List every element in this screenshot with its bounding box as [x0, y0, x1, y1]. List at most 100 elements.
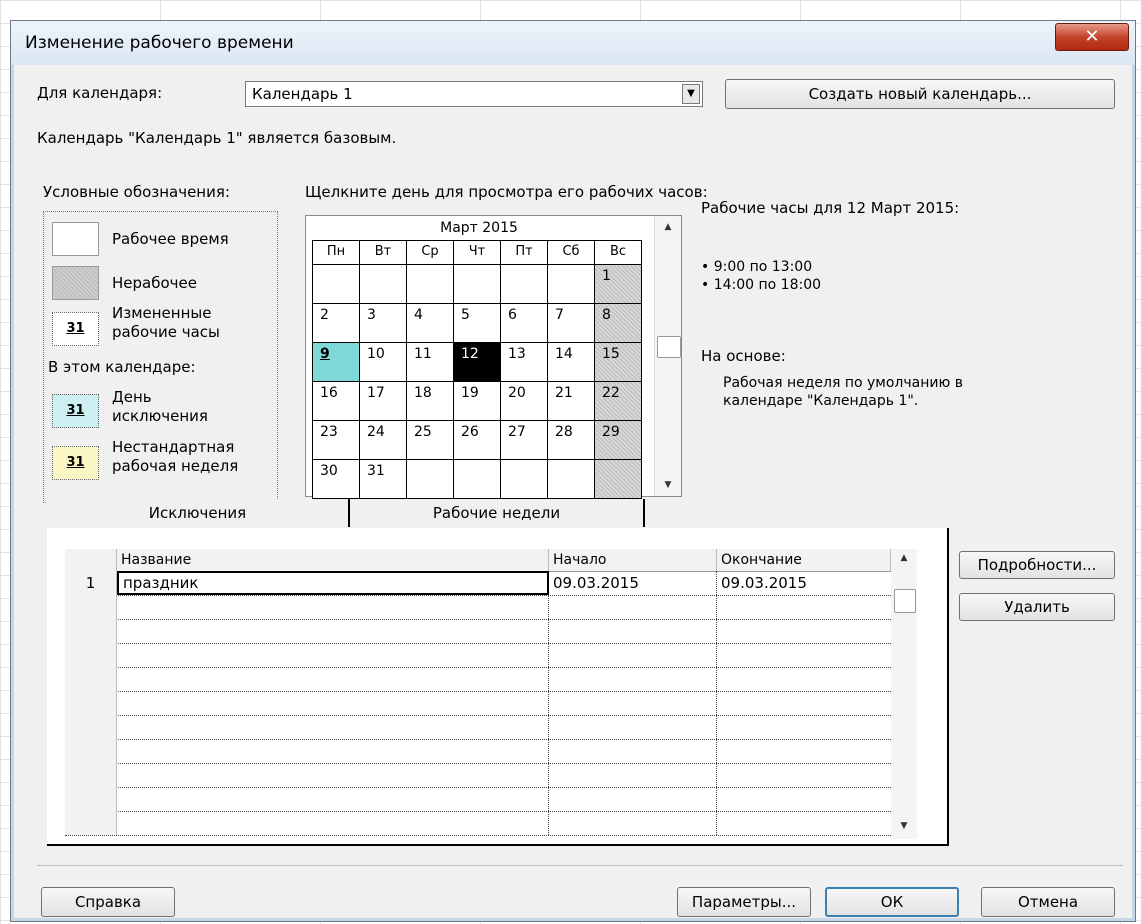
ok-button[interactable]: ОК [825, 887, 959, 917]
table-row[interactable]: 1 праздник 09.03.2015 09.03.2015 [65, 571, 891, 596]
calendar-day[interactable]: 2 [313, 304, 360, 343]
calendar-day[interactable]: 22 [595, 382, 642, 421]
calendar-day[interactable]: 29 [595, 421, 642, 460]
calendar-day[interactable]: 4 [407, 304, 454, 343]
table-cell-start[interactable] [549, 787, 717, 811]
table-cell-name[interactable] [117, 595, 549, 619]
table-row[interactable] [65, 787, 891, 812]
table-scroll-thumb[interactable] [894, 589, 916, 613]
table-scrollbar[interactable]: ▲ ▼ [891, 549, 917, 839]
calendar-day[interactable]: 3 [360, 304, 407, 343]
table-cell-name[interactable] [117, 787, 549, 811]
table-row[interactable] [65, 667, 891, 692]
table-cell-end[interactable]: 09.03.2015 [717, 571, 891, 595]
calendar-day[interactable]: 1 [595, 265, 642, 304]
table-row[interactable] [65, 643, 891, 668]
calendar-day[interactable]: 9 [313, 343, 360, 382]
table-cell-name[interactable] [117, 811, 549, 835]
table-cell-end[interactable] [717, 787, 891, 811]
table-cell-start[interactable]: 09.03.2015 [549, 571, 717, 595]
table-row[interactable] [65, 595, 891, 620]
calendar-day[interactable]: 25 [407, 421, 454, 460]
calendar-day[interactable]: 8 [595, 304, 642, 343]
table-cell-start[interactable] [549, 643, 717, 667]
options-button[interactable]: Параметры... [677, 887, 811, 917]
scroll-up-icon[interactable]: ▲ [655, 222, 681, 232]
table-cell-end[interactable] [717, 643, 891, 667]
calendar-day[interactable]: 20 [501, 382, 548, 421]
calendar-day[interactable]: 26 [454, 421, 501, 460]
table-cell-start[interactable] [549, 715, 717, 739]
table-cell-name[interactable]: праздник [117, 571, 549, 595]
calendar-combobox[interactable]: Календарь 1 ▼ [245, 81, 703, 107]
calendar-day[interactable]: 23 [313, 421, 360, 460]
calendar-scroll-thumb[interactable] [657, 336, 681, 358]
calendar-day[interactable]: 17 [360, 382, 407, 421]
table-cell-start[interactable] [549, 739, 717, 763]
table-cell-end[interactable] [717, 811, 891, 835]
calendar-day[interactable]: 7 [548, 304, 595, 343]
column-header-start[interactable]: Начало [549, 549, 717, 571]
calendar-day[interactable]: 28 [548, 421, 595, 460]
tab-work-weeks[interactable]: Рабочие недели [350, 499, 645, 527]
close-icon[interactable]: ✕ [1055, 23, 1129, 51]
table-row[interactable] [65, 619, 891, 644]
tab-exceptions[interactable]: Исключения [47, 499, 350, 527]
table-row[interactable] [65, 715, 891, 740]
calendar-scrollbar[interactable]: ▲ ▼ [654, 216, 681, 496]
calendar-day[interactable]: 15 [595, 343, 642, 382]
calendar-day[interactable]: 6 [501, 304, 548, 343]
scroll-down-icon[interactable]: ▼ [655, 480, 681, 490]
exceptions-table[interactable]: Название Начало Окончание 1 праздник 09.03… [65, 549, 917, 839]
chevron-down-icon[interactable]: ▼ [682, 84, 700, 104]
table-row[interactable] [65, 811, 891, 836]
table-cell-end[interactable] [717, 691, 891, 715]
calendar-day[interactable]: 27 [501, 421, 548, 460]
calendar-day[interactable]: 16 [313, 382, 360, 421]
details-button[interactable]: Подробности... [959, 551, 1115, 579]
calendar-day[interactable]: 18 [407, 382, 454, 421]
table-row[interactable] [65, 763, 891, 788]
cancel-button[interactable]: Отмена [981, 887, 1115, 917]
table-cell-start[interactable] [549, 619, 717, 643]
table-cell-start[interactable] [549, 763, 717, 787]
help-button[interactable]: Справка [41, 887, 175, 917]
calendar-day[interactable]: 14 [548, 343, 595, 382]
table-cell-end[interactable] [717, 619, 891, 643]
calendar-day[interactable]: 31 [360, 460, 407, 499]
calendar-day[interactable]: 24 [360, 421, 407, 460]
table-cell-name[interactable] [117, 619, 549, 643]
table-cell-start[interactable] [549, 595, 717, 619]
table-cell-name[interactable] [117, 643, 549, 667]
delete-button[interactable]: Удалить [959, 593, 1115, 621]
create-calendar-button[interactable]: Создать новый календарь... [725, 79, 1115, 109]
table-cell-name[interactable] [117, 739, 549, 763]
calendar-day[interactable]: 13 [501, 343, 548, 382]
calendar-day[interactable]: 5 [454, 304, 501, 343]
table-cell-end[interactable] [717, 595, 891, 619]
calendar-day[interactable]: 11 [407, 343, 454, 382]
column-header-end[interactable]: Окончание [717, 549, 891, 571]
table-cell-end[interactable] [717, 763, 891, 787]
calendar-day[interactable]: 19 [454, 382, 501, 421]
table-row[interactable] [65, 691, 891, 716]
table-cell-name[interactable] [117, 667, 549, 691]
table-cell-name[interactable] [117, 763, 549, 787]
calendar-day[interactable]: 12 [454, 343, 501, 382]
table-cell-name[interactable] [117, 715, 549, 739]
column-header-name[interactable]: Название [117, 549, 549, 571]
table-cell-end[interactable] [717, 667, 891, 691]
calendar-day[interactable]: 21 [548, 382, 595, 421]
table-cell-start[interactable] [549, 811, 717, 835]
table-cell-end[interactable] [717, 739, 891, 763]
month-calendar[interactable]: Март 2015 Пн Вт Ср Чт Пт Сб Вс 1 2 3 4 5 6 7 8 9 10 11 12 1… [305, 215, 682, 499]
calendar-day[interactable]: 10 [360, 343, 407, 382]
scroll-down-icon[interactable]: ▼ [891, 821, 917, 831]
table-row[interactable] [65, 739, 891, 764]
table-cell-start[interactable] [549, 691, 717, 715]
table-cell-end[interactable] [717, 715, 891, 739]
table-cell-start[interactable] [549, 667, 717, 691]
table-cell-name[interactable] [117, 691, 549, 715]
scroll-up-icon[interactable]: ▲ [891, 553, 917, 563]
calendar-day[interactable]: 30 [313, 460, 360, 499]
